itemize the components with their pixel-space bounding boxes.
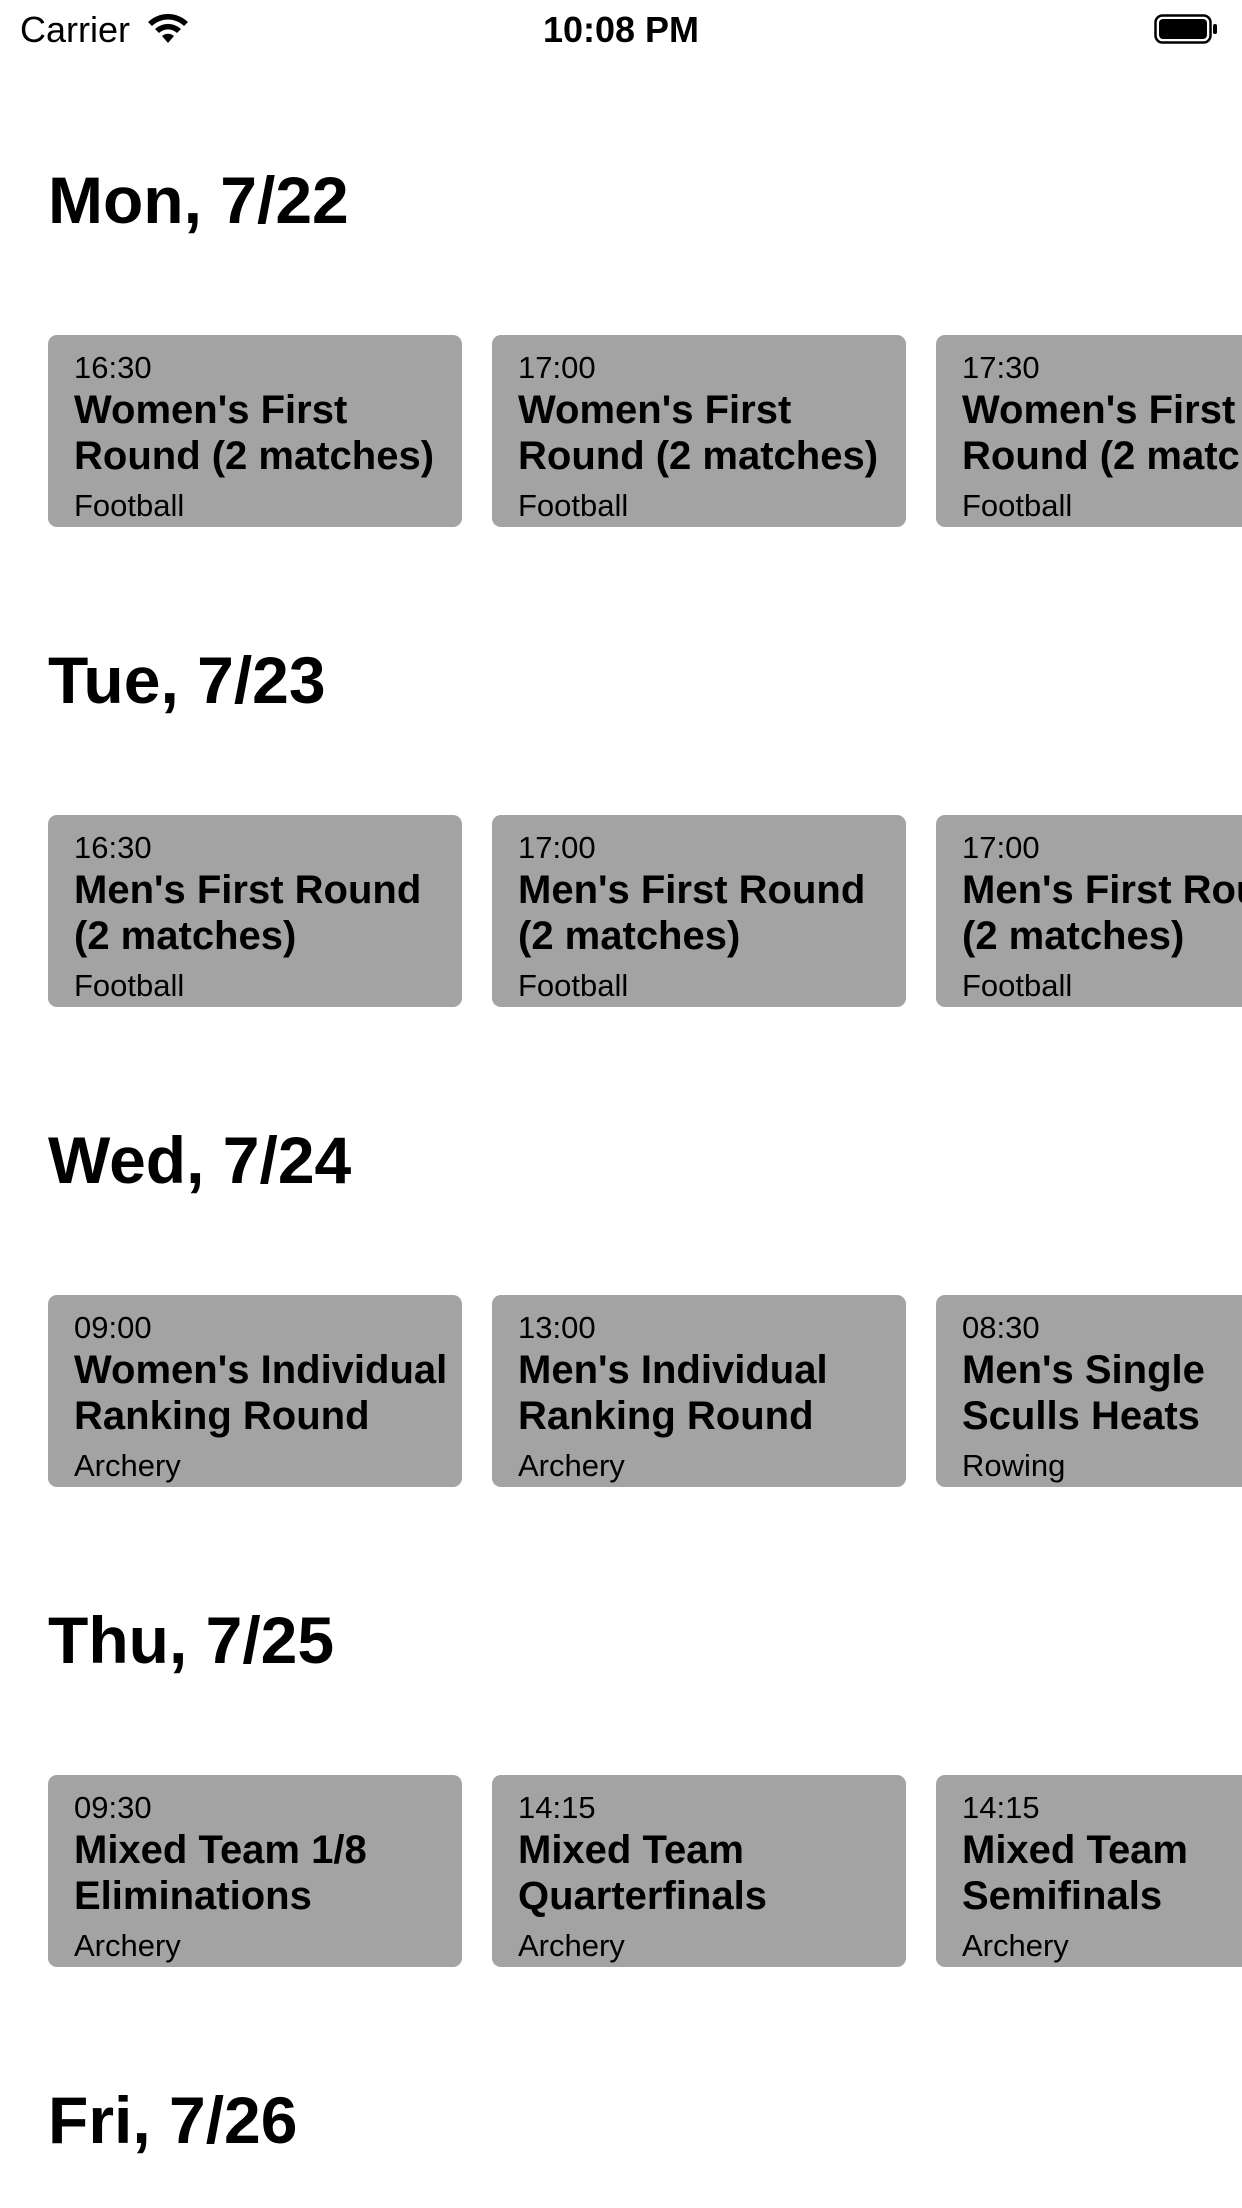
event-card[interactable]: 08:30 Men's Single Sculls Heats Rowing [936, 1295, 1242, 1487]
event-sport: Archery [74, 1928, 181, 1963]
event-title-line: Men's Single [962, 1348, 1205, 1392]
event-title: Men's First Round (2 matches) [962, 867, 1242, 959]
event-card[interactable]: 16:30 Men's First Round (2 matches) Foot… [48, 815, 462, 1007]
event-title: Men's First Round (2 matches) [518, 867, 906, 959]
event-title-line: Sculls Heats [962, 1394, 1200, 1438]
battery-icon [1154, 14, 1217, 44]
event-title: Women's First Round (2 matches) [962, 387, 1242, 479]
event-card[interactable]: 14:15 Mixed Team Semifinals Archery [936, 1775, 1242, 1967]
event-title-line: Mixed Team [962, 1828, 1188, 1872]
event-title-line: Round (2 matches) [962, 434, 1242, 478]
event-card[interactable]: 17:00 Men's First Round (2 matches) Foot… [936, 815, 1242, 1007]
day-title: Fri, 7/26 [48, 2083, 298, 2157]
event-title-line: Women's First [74, 388, 348, 432]
event-title-line: Eliminations [74, 1874, 312, 1918]
event-card[interactable]: 17:00 Women's First Round (2 matches) Fo… [492, 335, 906, 527]
day-title: Mon, 7/22 [48, 163, 349, 237]
event-sport: Rowing [962, 1448, 1066, 1483]
day-title: Tue, 7/23 [48, 643, 326, 717]
event-title-line: Mixed Team [518, 1828, 744, 1872]
event-carousel[interactable]: 16:30 Men's First Round (2 matches) Foot… [48, 815, 1242, 1007]
event-title: Men's Single Sculls Heats [962, 1347, 1242, 1439]
event-time: 09:30 [74, 1790, 152, 1825]
event-title: Mixed Team Quarterfinals [518, 1827, 906, 1919]
event-sport: Archery [74, 1448, 181, 1483]
event-title-line: Ranking Round [518, 1394, 814, 1438]
event-title-line: Mixed Team 1/8 [74, 1828, 367, 1872]
event-time: 14:15 [518, 1790, 596, 1825]
event-sport: Archery [518, 1928, 625, 1963]
event-time: 17:00 [962, 830, 1040, 865]
event-sport: Archery [518, 1448, 625, 1483]
event-card[interactable]: 09:30 Mixed Team 1/8 Eliminations Archer… [48, 1775, 462, 1967]
event-sport: Football [962, 968, 1073, 1003]
event-card[interactable]: 16:30 Women's First Round (2 matches) Fo… [48, 335, 462, 527]
event-card[interactable]: 17:00 Men's First Round (2 matches) Foot… [492, 815, 906, 1007]
event-card[interactable]: 13:00 Men's Individual Ranking Round Arc… [492, 1295, 906, 1487]
event-title-line: Ranking Round [74, 1394, 370, 1438]
event-time: 09:00 [74, 1310, 152, 1345]
event-title-line: Quarterfinals [518, 1874, 767, 1918]
event-time: 13:00 [518, 1310, 596, 1345]
event-time: 17:00 [518, 350, 596, 385]
event-card[interactable]: 17:30 Women's First Round (2 matches) Fo… [936, 335, 1242, 527]
status-bar: Carrier 10:08 PM [0, 0, 1242, 60]
event-title-line: Women's First [962, 388, 1236, 432]
event-time: 08:30 [962, 1310, 1040, 1345]
event-title-line: (2 matches) [962, 914, 1185, 958]
event-title-line: Semifinals [962, 1874, 1163, 1918]
event-sport: Archery [962, 1928, 1069, 1963]
event-title: Mixed Team Semifinals [962, 1827, 1242, 1919]
event-title: Men's First Round (2 matches) [74, 867, 462, 959]
event-title: Women's First Round (2 matches) [74, 387, 462, 479]
event-carousel[interactable]: 16:30 Women's First Round (2 matches) Fo… [48, 335, 1242, 527]
event-sport: Football [518, 488, 629, 523]
event-title-line: Round (2 matches) [518, 434, 879, 478]
event-title-line: Men's Individual [518, 1348, 828, 1392]
event-title: Women's Individual Ranking Round [74, 1347, 462, 1439]
event-sport: Football [74, 968, 185, 1003]
event-title-line: (2 matches) [518, 914, 741, 958]
status-time: 10:08 PM [542, 9, 700, 50]
event-title-line: Women's Individual [74, 1348, 448, 1392]
event-time: 16:30 [74, 350, 152, 385]
event-title-line: Round (2 matches) [74, 434, 435, 478]
event-carousel[interactable]: 09:00 Women's Individual Ranking Round A… [48, 1295, 1242, 1487]
event-title-line: Women's First [518, 388, 792, 432]
event-sport: Football [74, 488, 185, 523]
event-sport: Football [518, 968, 629, 1003]
event-card[interactable]: 09:00 Women's Individual Ranking Round A… [48, 1295, 462, 1487]
day-title: Thu, 7/25 [48, 1603, 335, 1677]
day-title: Wed, 7/24 [48, 1123, 352, 1197]
event-time: 17:30 [962, 350, 1040, 385]
event-title-line: Men's First Round [962, 868, 1242, 912]
event-time: 17:00 [518, 830, 596, 865]
event-time: 14:15 [962, 1790, 1040, 1825]
event-card[interactable]: 14:15 Mixed Team Quarterfinals Archery [492, 1775, 906, 1967]
event-sport: Football [962, 488, 1073, 523]
event-title: Mixed Team 1/8 Eliminations [74, 1827, 462, 1919]
event-title-line: Men's First Round [518, 868, 866, 912]
event-title: Men's Individual Ranking Round [518, 1347, 906, 1439]
event-time: 16:30 [74, 830, 152, 865]
event-carousel[interactable]: 09:30 Mixed Team 1/8 Eliminations Archer… [48, 1775, 1242, 1967]
event-title-line: (2 matches) [74, 914, 297, 958]
event-title-line: Men's First Round [74, 868, 422, 912]
event-title: Women's First Round (2 matches) [518, 387, 906, 479]
